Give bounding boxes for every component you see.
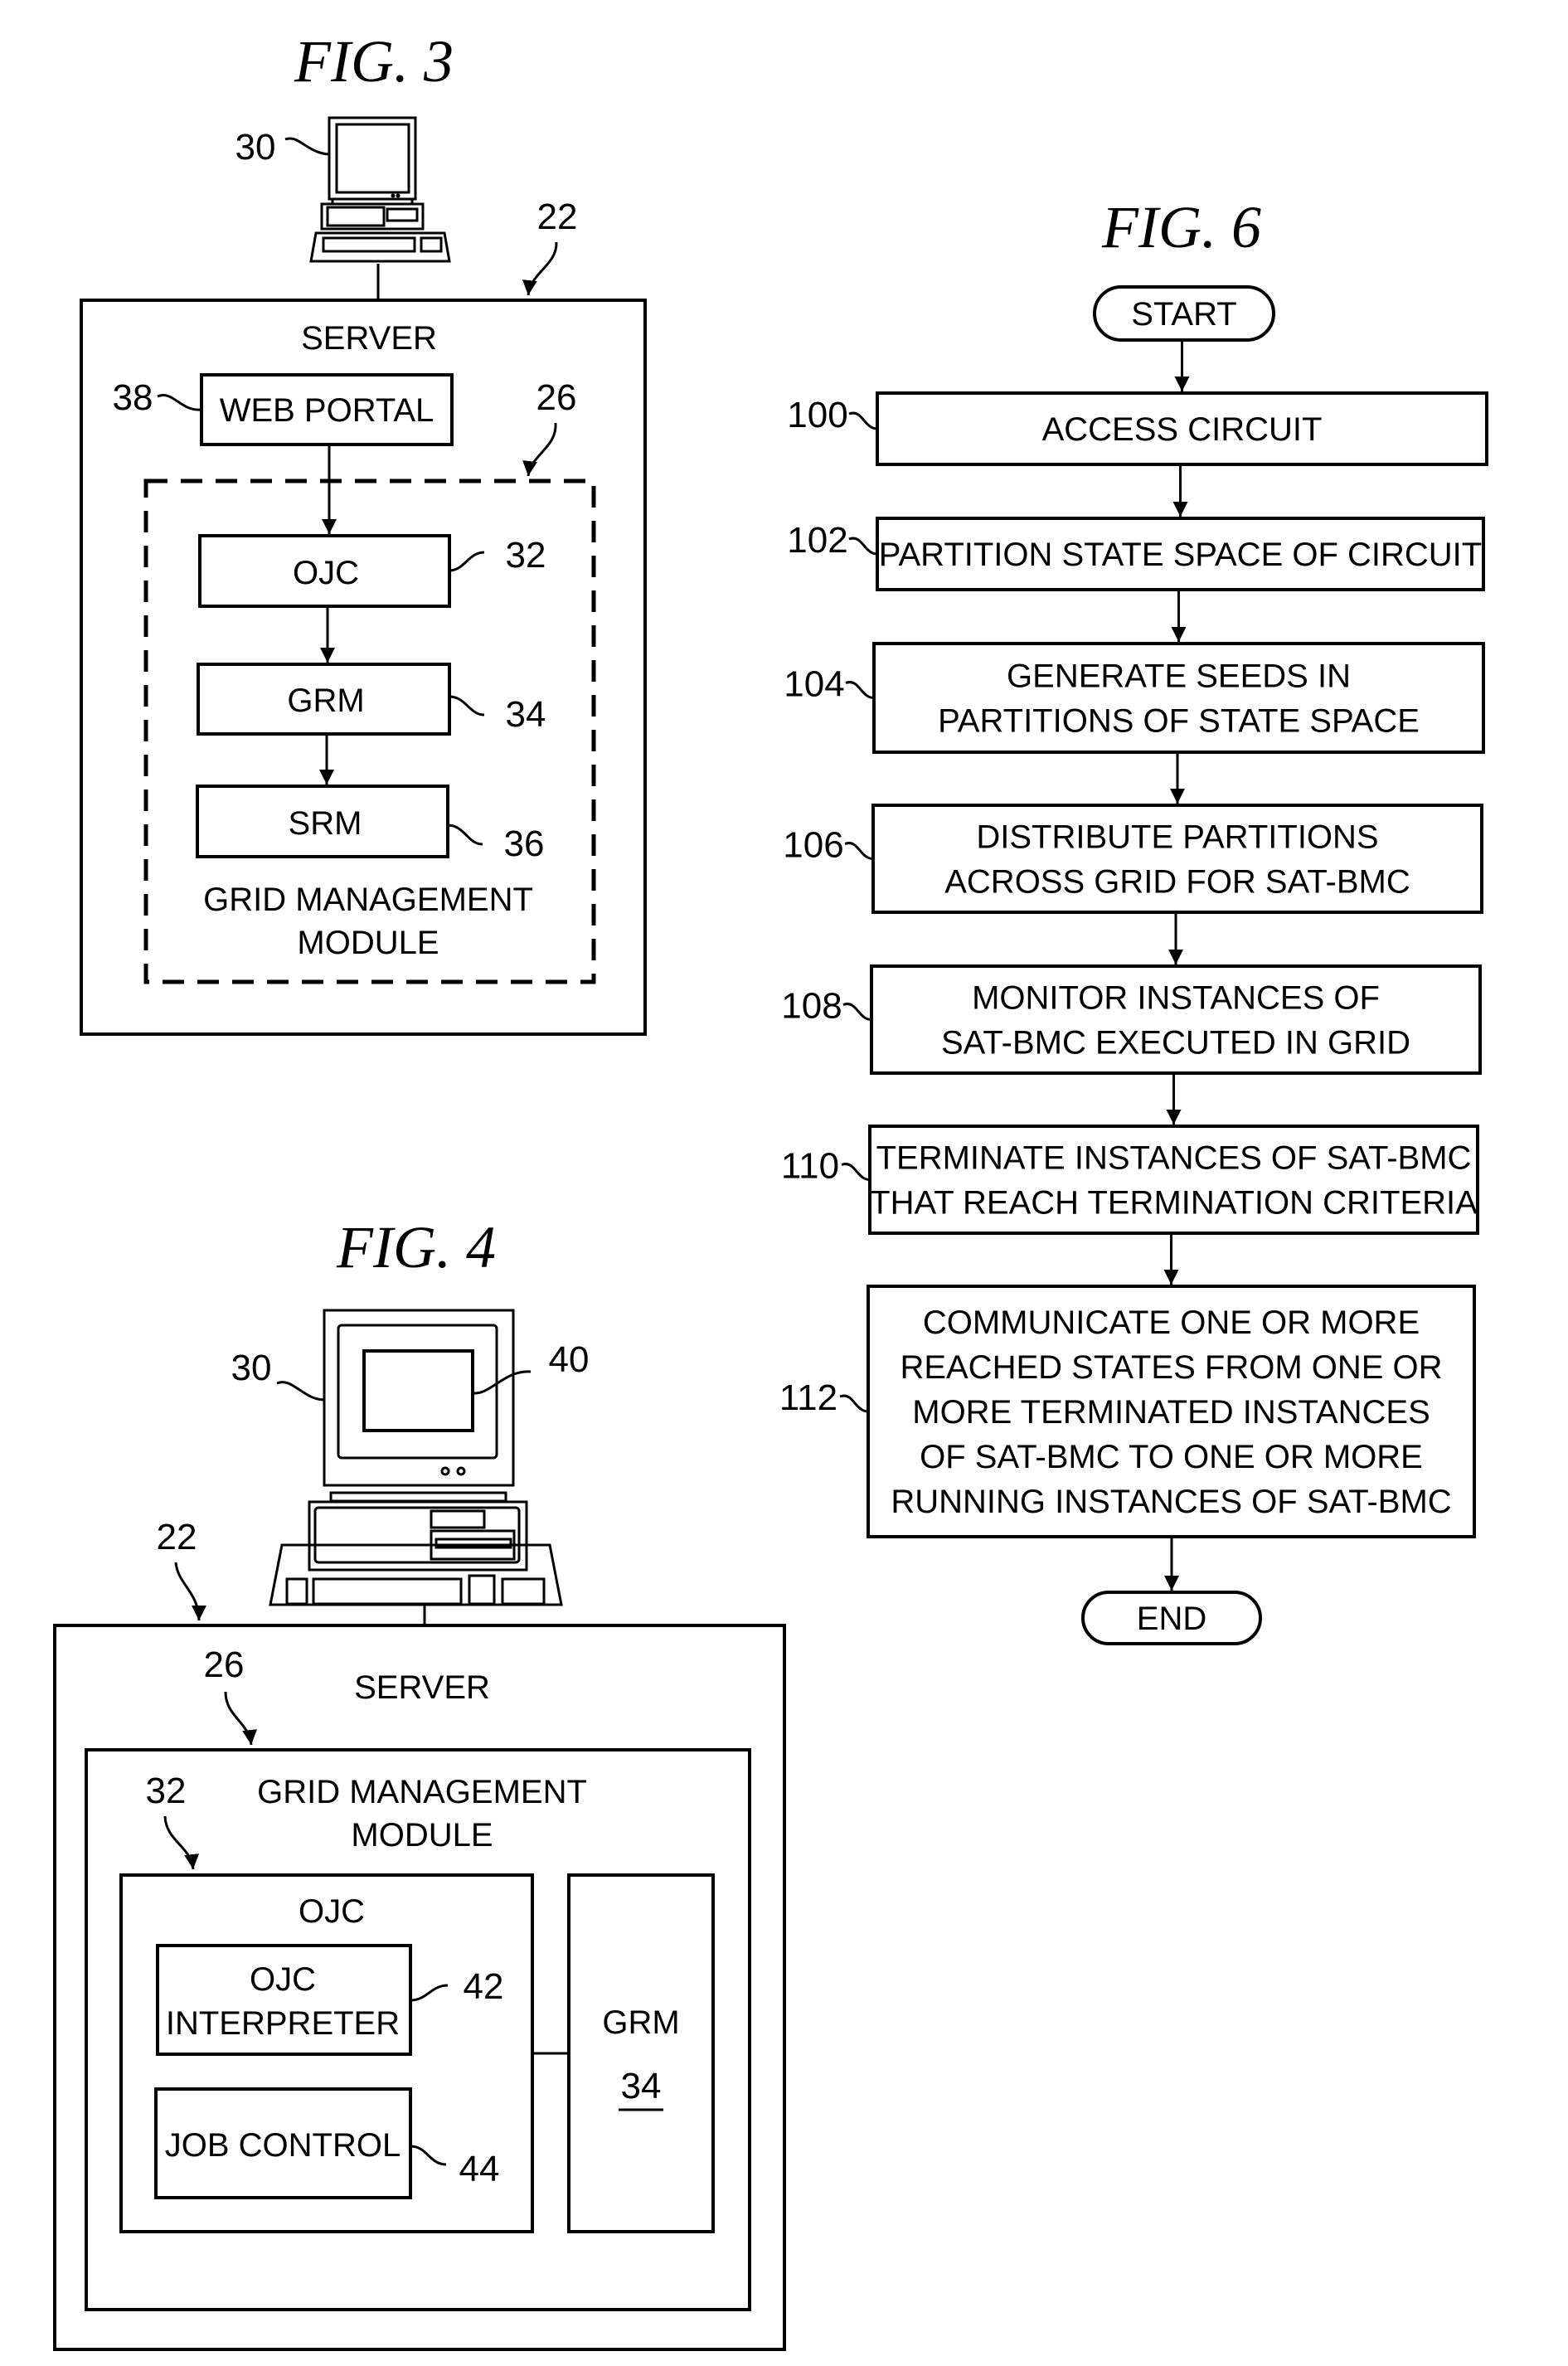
server-box [53,1624,786,2351]
ref-leader [447,823,483,846]
ref-44: 44 [459,2149,500,2189]
step-102-text-line: PARTITION STATE SPACE OF CIRCUIT [879,537,1482,573]
ref-leader [848,537,878,556]
fig6-flowchart: FIG. 6 START ACCESS CIRCUIT 100 PARTITION … [779,194,1488,1645]
gmm-label-line1: GRID MANAGEMENT [257,1774,587,1810]
ref-arrow [522,241,558,296]
start-label: START [1131,296,1236,333]
ref-leader [449,695,485,717]
server-label: SERVER [354,1669,490,1706]
fig4-title: FIG. 4 [336,1214,496,1280]
ref-leader [472,1370,532,1395]
ref-leader [449,551,485,572]
fig6-title: FIG. 6 [1101,194,1261,260]
ref-leader [839,1394,869,1413]
ref-30: 30 [235,127,276,168]
ref-22: 22 [537,197,578,237]
ref-42: 42 [464,1966,504,2007]
ref-36: 36 [504,823,545,864]
step-112-text-line: REACHED STATES FROM ONE OR [900,1349,1442,1386]
ref-102: 102 [787,520,847,561]
patent-drawing-sheet: FIG. 3 30 22 SERVER WEB PORTAL 38 26 OJC… [53,28,1488,2351]
step-108-text-line: SAT-BMC EXECUTED IN GRID [941,1025,1410,1062]
srm-label: SRM [289,805,362,842]
ref-leader [848,411,878,430]
step-106-text-line: ACROSS GRID FOR SAT-BMC [944,864,1410,901]
ref-40: 40 [549,1339,590,1380]
web-portal-label: WEB PORTAL [220,392,434,429]
step-104-text-line: GENERATE SEEDS IN [1007,658,1351,695]
step-104-text-line: PARTITIONS OF STATE SPACE [938,703,1420,740]
ref-38: 38 [113,377,153,418]
server-label: SERVER [301,320,437,357]
ref-leader [157,394,201,411]
job-control-label: JOB CONTROL [165,2127,400,2164]
ref-30: 30 [231,1348,272,1388]
step-110-text-line: THAT REACH TERMINATION CRITERIA [870,1185,1478,1222]
interpreter-label-line1: OJC [250,1961,316,1998]
ref-26: 26 [204,1645,245,1685]
ref-arrow [174,1562,206,1621]
ref-112: 112 [779,1377,837,1418]
ref-leader [276,1381,325,1402]
ref-arrow [163,1815,200,1870]
computer-icon [309,116,451,263]
ref-26: 26 [536,377,577,418]
ref-leader [410,2145,447,2166]
step-100-text-line: ACCESS CIRCUIT [1042,411,1323,448]
ref-106: 106 [783,825,843,866]
ref-104: 104 [784,664,844,705]
step-110-text-line: TERMINATE INSTANCES OF SAT-BMC [876,1140,1472,1177]
computer-icon [269,1309,563,1606]
ref-leader [410,1984,449,2002]
ref-leader [284,137,329,156]
gmm-label-line1: GRID MANAGEMENT [203,882,533,918]
display-screen [362,1349,474,1432]
grm-label: GRM [287,683,364,719]
ref-32: 32 [146,1771,187,1811]
fig4: FIG. 4 30 40 22 SERVER 26 GRID MANAGEMEN… [53,1214,786,2351]
step-112-text-line: OF SAT-BMC TO ONE OR MORE [920,1439,1423,1475]
step-112-text-line: RUNNING INSTANCES OF SAT-BMC [891,1484,1451,1520]
fig3-title: FIG. 3 [294,28,454,95]
fig3: FIG. 3 30 22 SERVER WEB PORTAL 38 26 OJC… [80,28,647,1036]
gmm-label-line2: MODULE [351,1817,493,1853]
step-112-text-line: COMMUNICATE ONE OR MORE [923,1304,1420,1341]
ref-32: 32 [506,535,546,576]
ref-108: 108 [781,986,842,1027]
grm-box [567,1873,715,2233]
ref-leader [842,1003,872,1021]
interpreter-label-line2: INTERPRETER [166,2005,400,2042]
ref-leader [844,842,874,860]
ref-110: 110 [781,1146,839,1187]
ref-arrow [522,422,557,477]
grm-label: GRM [602,2004,679,2041]
ojc-label: OJC [299,1893,365,1930]
ojc-label: OJC [293,555,359,591]
ref-22: 22 [157,1517,197,1557]
step-106-text-line: DISTRIBUTE PARTITIONS [976,819,1378,856]
gmm-label-line2: MODULE [297,925,439,961]
end-label: END [1137,1601,1206,1637]
ref-arrow [224,1691,258,1746]
ref-100: 100 [787,395,847,435]
grm-ref-34: 34 [621,2066,662,2106]
step-112-text-line: MORE TERMINATED INSTANCES [912,1394,1430,1431]
ref-leader [841,1163,871,1181]
ref-leader [845,681,875,699]
step-108-text-line: MONITOR INSTANCES OF [972,980,1380,1017]
ref-34: 34 [506,694,546,735]
